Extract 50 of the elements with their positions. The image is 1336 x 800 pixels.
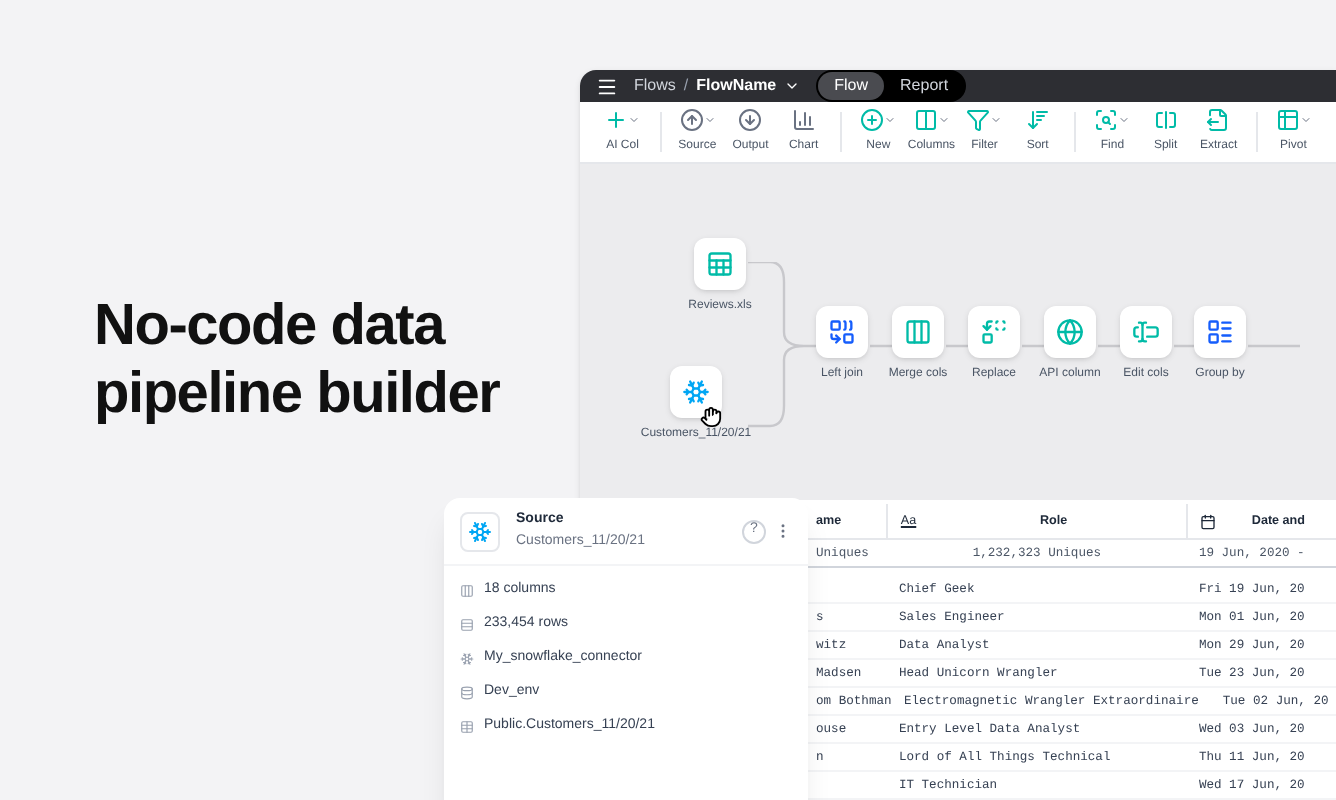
- breadcrumb-parent[interactable]: Flows: [634, 74, 676, 99]
- tool-icon: [738, 108, 763, 133]
- detail-icon: [460, 719, 474, 733]
- tool-icon: [679, 108, 704, 133]
- tool-icon: [1025, 108, 1050, 133]
- tool-icon: [966, 108, 991, 133]
- calendar-icon: [1200, 513, 1217, 529]
- view-tab[interactable]: Flow: [818, 72, 885, 101]
- flow-node[interactable]: [968, 306, 1020, 358]
- flow-name[interactable]: FlowName: [696, 74, 777, 99]
- flow-node[interactable]: [1044, 306, 1096, 358]
- tool-icon: [1206, 108, 1231, 133]
- caret-icon: [990, 114, 1003, 127]
- node-icon: [980, 318, 1008, 346]
- node-icon: [1206, 318, 1234, 346]
- flow-node[interactable]: [670, 366, 722, 418]
- flow-node[interactable]: [892, 306, 944, 358]
- caret-icon: [703, 114, 716, 127]
- node-icon: [682, 378, 710, 406]
- caret-icon: [1118, 114, 1131, 127]
- menu-icon[interactable]: [596, 75, 618, 98]
- tool-icon: [913, 108, 938, 133]
- node-icon: [1132, 318, 1160, 346]
- tool-icon: [1275, 108, 1300, 133]
- tool-icon: [791, 108, 816, 133]
- flow-node[interactable]: [694, 238, 746, 290]
- flow-node[interactable]: [1120, 306, 1172, 358]
- detail-icon: [460, 617, 474, 631]
- view-tab[interactable]: Report: [884, 72, 965, 101]
- flow-node[interactable]: [1194, 306, 1246, 358]
- caret-icon: [1299, 114, 1312, 127]
- node-icon: [706, 250, 734, 278]
- node-icon: [1056, 318, 1084, 346]
- breadcrumb-separator: /: [683, 74, 689, 99]
- tool-icon: [1094, 108, 1119, 133]
- node-icon: [828, 318, 856, 346]
- node-icon: [904, 318, 932, 346]
- caret-icon: [628, 114, 641, 127]
- detail-icon: [460, 651, 474, 665]
- headline: No-code data pipeline builder: [94, 292, 502, 428]
- detail-icon: [460, 583, 474, 597]
- cursor-icon: [700, 406, 722, 428]
- tool-icon: [604, 108, 629, 133]
- caret-icon: [884, 114, 897, 127]
- tool-icon: [1153, 108, 1178, 133]
- tool-icon: [860, 108, 885, 133]
- caret-icon: [937, 114, 950, 127]
- flow-node[interactable]: [816, 306, 868, 358]
- detail-icon: [460, 685, 474, 699]
- snowflake-icon: [468, 519, 492, 543]
